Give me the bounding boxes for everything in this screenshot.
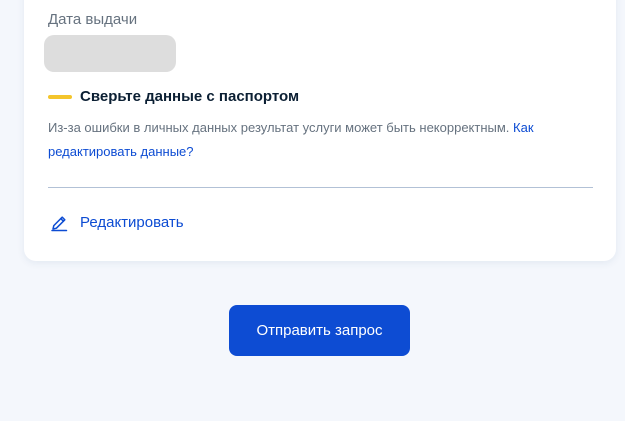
warning-banner: Сверьте данные с паспортом (48, 87, 299, 107)
warning-description-text: Из-за ошибки в личных данных результат у… (48, 120, 514, 135)
pencil-icon (51, 216, 68, 232)
send-request-button[interactable]: Отправить запрос (229, 305, 410, 356)
warning-indicator (48, 95, 72, 99)
edit-label: Редактировать (80, 214, 184, 231)
divider (48, 187, 593, 188)
passport-data-card: Дата выдачи Сверьте данные с паспортом И… (24, 0, 616, 261)
issue-date-value-placeholder (44, 35, 176, 72)
warning-title: Сверьте данные с паспортом (80, 88, 300, 105)
issue-date-label: Дата выдачи (48, 11, 138, 28)
edit-button[interactable]: Редактировать (50, 213, 184, 233)
warning-description: Из-за ошибки в личных данных результат у… (48, 116, 588, 164)
